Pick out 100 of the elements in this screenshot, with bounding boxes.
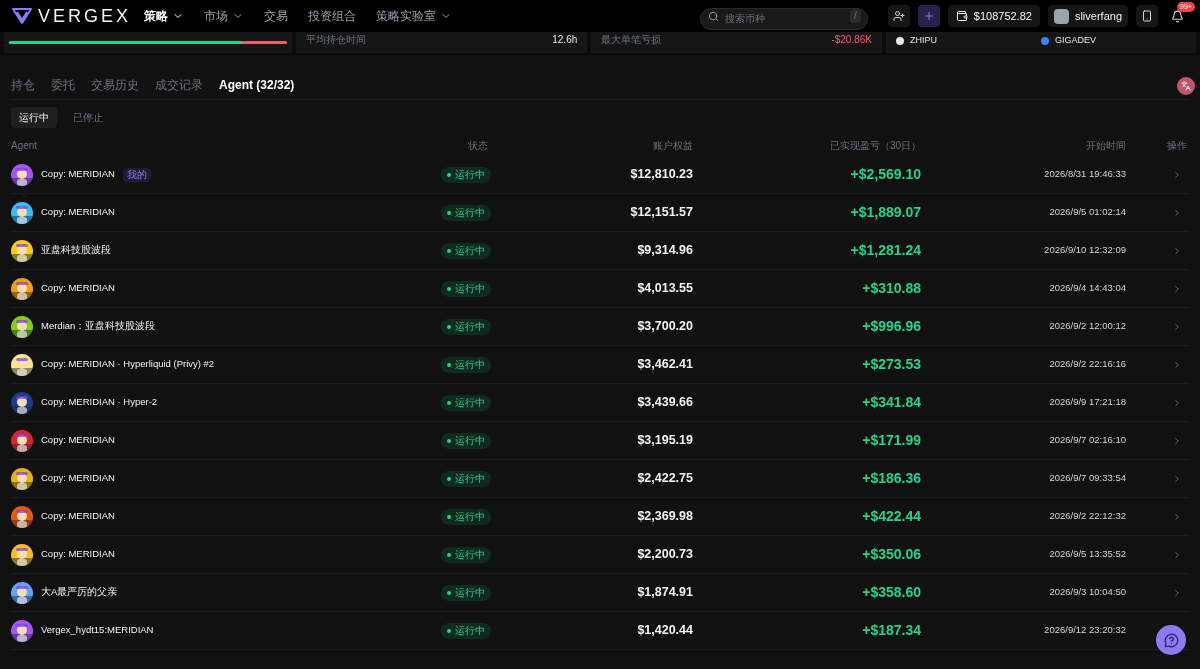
column-header: 已实现盈亏（30日） [828,138,921,153]
start-time: 2026/9/5 13:35:52 [1048,547,1126,562]
chevron-icon[interactable] [1172,587,1182,598]
chevron-icon[interactable] [1172,283,1182,294]
agent-name: Copy: MERIDIAN [41,281,115,296]
equity-value: $1,874.91 [636,584,693,602]
pnl-value: +$996.96 [861,317,921,336]
stat-label: 平均持仓时间 [305,33,366,47]
logo-icon [12,8,32,24]
translate-icon [1181,81,1191,91]
bell-icon[interactable] [1170,9,1184,23]
column-header: 账户权益 [652,138,693,153]
chevron-icon[interactable] [1172,435,1182,446]
status-pill: 运行中 [441,166,491,183]
nav-item[interactable]: 策略实验室 [376,7,452,25]
column-header: 状态 [467,138,489,153]
chevron-icon[interactable] [1172,169,1182,180]
agent-name: Copy: MERIDIAN [41,509,115,524]
chevron-icon[interactable] [1172,207,1182,218]
start-time: 2026/9/10 12:32:09 [1043,243,1126,258]
tab[interactable]: 交易历史 [91,75,139,94]
start-time: 2026/9/3 10:04:50 [1048,585,1126,600]
status-pill: 运行中 [441,242,491,259]
pnl-value: +$187.34 [861,621,921,640]
add-user-button[interactable] [887,5,910,27]
pnl-value: +$310.88 [861,279,921,298]
equity-value: $2,200.73 [636,546,693,564]
pnl-value: +$1,281.24 [849,241,921,260]
status-pill: 运行中 [441,394,491,411]
pnl-value: +$358.60 [861,583,921,602]
start-time: 2026/9/7 09:33:54 [1048,471,1126,486]
agent-name: 大A最严厉的父亲 [41,585,118,600]
pnl-value: +$2,569.10 [849,165,921,184]
column-header: 开始时间 [1085,138,1126,153]
search-icon [707,10,719,22]
start-time: 2026/9/7 02:16:10 [1048,433,1126,448]
status-pill: 运行中 [441,622,491,639]
equity-value: $3,439.66 [636,394,693,412]
equity-value: $4,013.55 [636,280,693,298]
nav-item[interactable]: 交易 [264,7,288,25]
tab[interactable]: 委托 [51,75,75,94]
start-time: 2026/9/2 22:12:32 [1048,509,1126,524]
start-time: 2026/9/4 14:43:04 [1048,281,1126,296]
start-time: 2026/9/12 23:20:32 [1043,623,1126,638]
agent-name: Copy: MERIDIAN [41,547,115,562]
agent-name: Copy: MERIDIAN [41,471,115,486]
chevron-icon[interactable] [1172,359,1182,370]
start-time: 2026/9/2 12:00:12 [1048,319,1126,334]
agent-name: Copy: MERIDIAN [41,433,115,448]
translate-button[interactable] [1177,77,1195,95]
status-pill: 运行中 [441,584,491,601]
agent-name: 亚盘科技股波段 [41,243,111,258]
model-name: GIGADEV [1055,34,1096,47]
chevron-icon[interactable] [1172,321,1182,332]
column-header: 操作 [1166,138,1188,153]
filter-tab[interactable]: 运行中 [11,106,57,128]
chevron-icon[interactable] [1172,245,1182,256]
user-button[interactable]: sliverfang [1047,5,1128,27]
chevron-icon[interactable] [1172,549,1182,560]
wallet-icon [955,10,968,22]
phone-button[interactable] [1136,5,1158,27]
agent-name: Copy: MERIDIAN [41,205,115,220]
pnl-value: +$171.99 [861,431,921,450]
chevron-icon[interactable] [1172,473,1182,484]
status-pill: 运行中 [441,470,491,487]
balance-button[interactable]: $108752.82 [947,5,1040,27]
nav-item[interactable]: 投资组合 [308,7,356,25]
nav-item[interactable]: 策略 [144,7,184,25]
status-pill: 运行中 [441,318,491,335]
chevron-icon[interactable] [1172,397,1182,408]
agent-name: Copy: MERIDIAN [41,167,115,182]
agent-name: Vergex_hydt15:MERIDIAN [41,623,154,638]
tab[interactable]: 成交记录 [155,75,203,94]
status-pill: 运行中 [441,508,491,525]
help-icon [1163,632,1179,648]
filter-tab[interactable]: 已停止 [65,106,111,128]
column-header: Agent [11,138,39,153]
phone-icon [1141,10,1153,22]
user-plus-icon [892,10,905,22]
start-time: 2026/9/9 17:21:18 [1048,395,1126,410]
pnl-value: +$273.53 [861,355,921,374]
equity-value: $12,810.23 [629,166,693,184]
equity-value: $2,369.98 [636,508,693,526]
status-pill: 运行中 [441,432,491,449]
nav-item[interactable]: 市场 [204,7,244,25]
tab[interactable]: Agent (32/32) [219,75,295,94]
add-button[interactable] [917,5,940,27]
status-pill: 运行中 [441,546,491,563]
tab[interactable]: 持仓 [11,75,35,94]
stat-value: -$20.86K [831,33,872,47]
start-time: 2026/8/31 19:46:33 [1043,167,1126,182]
status-pill: 运行中 [441,356,491,373]
equity-value: $9,314.96 [636,242,693,260]
help-button[interactable] [1156,625,1186,655]
equity-value: $2,422.75 [636,470,693,488]
pnl-value: +$350.06 [861,545,921,564]
chevron-icon[interactable] [1172,511,1182,522]
agent-name: Copy: MERIDIAN · Hyper-2 [41,395,158,410]
model-name: ZHIPU [910,34,937,47]
start-time: 2026/9/2 22:16:16 [1048,357,1126,372]
